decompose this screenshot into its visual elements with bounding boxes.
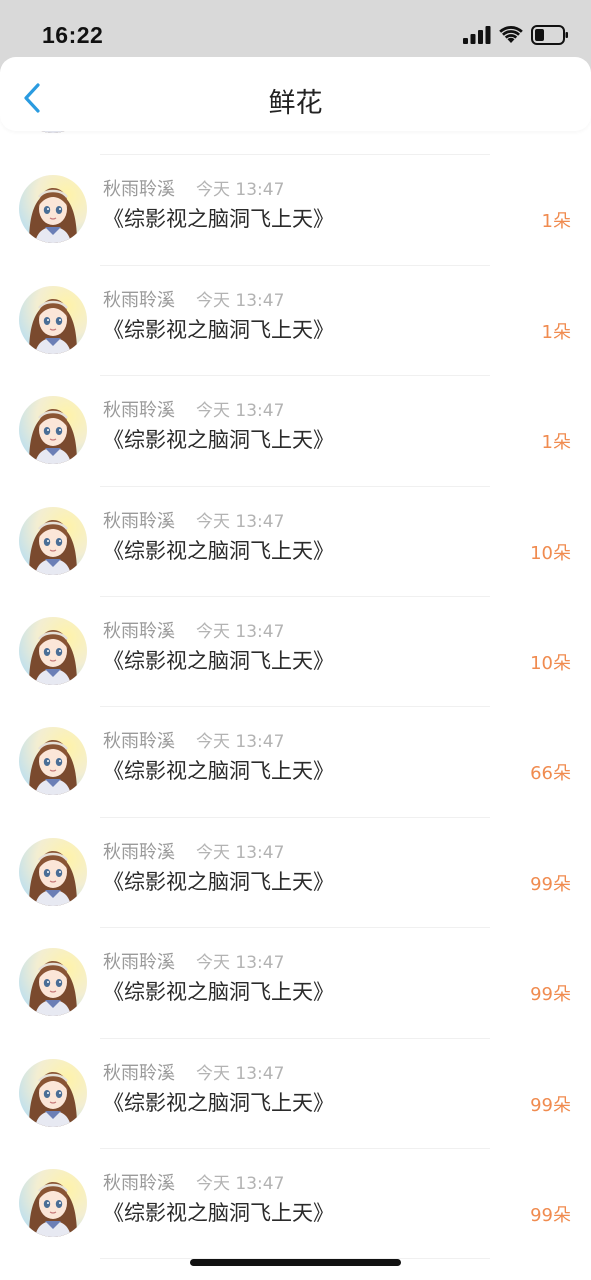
flower-count: 1朵 — [541, 321, 571, 343]
book-title[interactable]: 《综影视之脑洞飞上天》 — [103, 866, 334, 896]
timestamp: 今天 13:47 — [196, 732, 285, 753]
sender-name[interactable]: 秋雨聆溪 — [103, 175, 175, 201]
page-title: 鲜花 — [268, 88, 323, 119]
book-title[interactable]: 《综影视之脑洞飞上天》 — [103, 424, 334, 454]
sender-name[interactable]: 秋雨聆溪 — [103, 1059, 175, 1085]
list-item[interactable]: 秋雨聆溪 今天 13:47 《综影视之脑洞飞上天》 99朵 — [0, 1039, 591, 1149]
sender-name[interactable]: 秋雨聆溪 — [103, 727, 175, 753]
list-item[interactable]: 秋雨聆溪 今天 13:47 《综影视之脑洞飞上天》 10朵 — [0, 597, 591, 708]
book-title[interactable]: 《综影视之脑洞飞上天》 — [103, 203, 334, 233]
timestamp: 今天 13:47 — [196, 842, 285, 863]
book-title[interactable]: 《综影视之脑洞飞上天》 — [103, 535, 334, 565]
avatar[interactable] — [19, 131, 87, 133]
list-item[interactable]: 秋雨聆溪 今天 13:47 《综影视之脑洞飞上天》 1朵 — [0, 266, 591, 377]
sender-name[interactable]: 秋雨聆溪 — [103, 286, 175, 312]
timestamp: 今天 13:47 — [196, 401, 285, 422]
timestamp: 今天 13:47 — [196, 290, 285, 311]
sender-name[interactable]: 秋雨聆溪 — [103, 507, 175, 533]
book-title[interactable]: 《综影视之脑洞飞上天》 — [103, 755, 334, 785]
flower-count: 66朵 — [530, 763, 571, 785]
avatar[interactable] — [19, 616, 87, 685]
flower-count: 99朵 — [530, 873, 571, 895]
flower-count: 1朵 — [541, 211, 571, 233]
flower-count: 99朵 — [530, 984, 571, 1006]
signal-icon — [463, 26, 491, 48]
avatar[interactable] — [19, 506, 87, 575]
avatar[interactable] — [19, 285, 87, 354]
timestamp: 今天 13:47 — [196, 1063, 285, 1084]
list-item[interactable]: 秋雨聆溪 今天 13:47 《综影视之脑洞飞上天》 99朵 — [0, 1149, 591, 1260]
flower-count: 99朵 — [530, 1204, 571, 1226]
timestamp: 今天 13:47 — [196, 511, 285, 532]
list-item[interactable]: 秋雨聆溪 今天 13:47 《综影视之脑洞飞上天》 1朵 — [0, 131, 591, 156]
sender-name[interactable]: 秋雨聆溪 — [103, 948, 175, 974]
flower-count: 10朵 — [530, 652, 571, 674]
list-item[interactable]: 秋雨聆溪 今天 13:47 《综影视之脑洞飞上天》 10朵 — [0, 487, 591, 597]
sender-name[interactable]: 秋雨聆溪 — [103, 396, 175, 422]
avatar[interactable] — [19, 727, 87, 796]
list-item[interactable]: 秋雨聆溪 今天 13:47 《综影视之脑洞飞上天》 1朵 — [0, 155, 591, 266]
timestamp: 今天 13:47 — [196, 180, 285, 201]
avatar[interactable] — [19, 837, 87, 906]
sender-name[interactable]: 秋雨聆溪 — [103, 1169, 175, 1195]
book-title[interactable]: 《综影视之脑洞飞上天》 — [103, 645, 334, 675]
flower-record-list[interactable]: 秋雨聆溪 今天 13:47 《综影视之脑洞飞上天》 1朵 秋雨聆溪 今天 13:… — [0, 131, 591, 1280]
flower-count: 10朵 — [530, 542, 571, 564]
avatar[interactable] — [19, 1168, 87, 1237]
book-title[interactable]: 《综影视之脑洞飞上天》 — [103, 1087, 334, 1117]
avatar[interactable] — [19, 175, 87, 244]
book-title[interactable]: 《综影视之脑洞飞上天》 — [103, 976, 334, 1006]
flower-count: 1朵 — [541, 432, 571, 454]
flower-count: 99朵 — [530, 1094, 571, 1116]
list-item[interactable]: 秋雨聆溪 今天 13:47 《综影视之脑洞飞上天》 99朵 — [0, 818, 591, 929]
timestamp: 今天 13:47 — [196, 1173, 285, 1194]
avatar[interactable] — [19, 948, 87, 1017]
battery-icon — [531, 25, 569, 49]
status-icons — [463, 25, 569, 49]
status-time: 16:22 — [42, 22, 104, 48]
book-title[interactable]: 《综影视之脑洞飞上天》 — [103, 1197, 334, 1227]
list-content: 秋雨聆溪 今天 13:47 《综影视之脑洞飞上天》 1朵 秋雨聆溪 今天 13:… — [0, 131, 591, 1260]
avatar[interactable] — [19, 396, 87, 465]
wifi-icon — [499, 26, 523, 48]
timestamp: 今天 13:47 — [196, 953, 285, 974]
avatar[interactable] — [19, 1058, 87, 1127]
timestamp: 今天 13:47 — [196, 621, 285, 642]
list-item[interactable]: 秋雨聆溪 今天 13:47 《综影视之脑洞飞上天》 66朵 — [0, 707, 591, 818]
sender-name[interactable]: 秋雨聆溪 — [103, 838, 175, 864]
sender-name[interactable]: 秋雨聆溪 — [103, 617, 175, 643]
list-item[interactable]: 秋雨聆溪 今天 13:47 《综影视之脑洞飞上天》 1朵 — [0, 376, 591, 487]
book-title[interactable]: 《综影视之脑洞飞上天》 — [103, 314, 334, 344]
home-indicator[interactable] — [190, 1259, 401, 1266]
nav-bar: 鲜花 — [0, 57, 591, 131]
list-item[interactable]: 秋雨聆溪 今天 13:47 《综影视之脑洞飞上天》 99朵 — [0, 928, 591, 1039]
